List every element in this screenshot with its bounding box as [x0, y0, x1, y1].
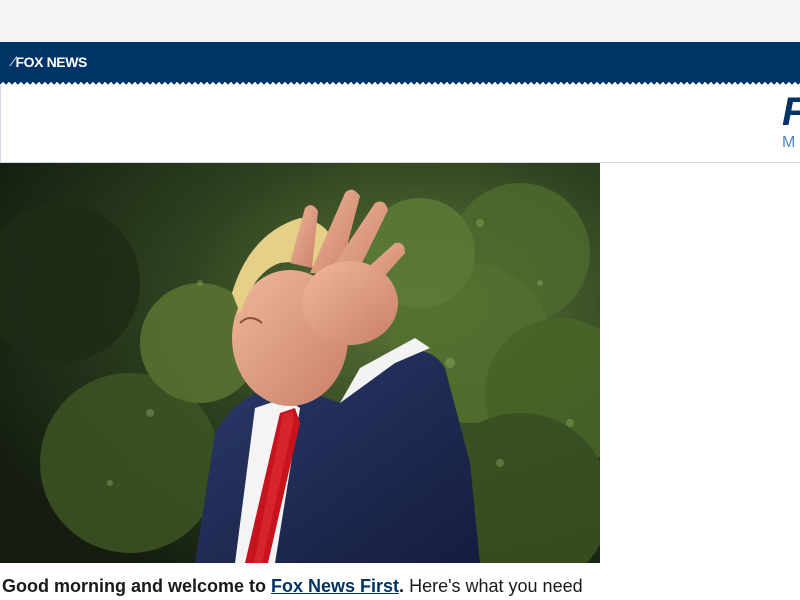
intro-rest: Here's what you need: [404, 576, 583, 596]
newsletter-subtitle-fragment: M: [782, 134, 796, 151]
browser-top-band: [0, 0, 800, 42]
newsletter-header: F M: [0, 86, 800, 163]
fox-news-logo[interactable]: ⁄ FOX NEWS: [12, 53, 87, 71]
hero-photo-illustration: [0, 163, 600, 563]
intro-lead: Good morning and welcome to: [2, 576, 272, 596]
site-brand-bar: ⁄ FOX NEWS: [0, 42, 800, 86]
article-intro: Good morning and welcome to Fox News Fir…: [2, 575, 798, 597]
logo-mark: ⁄: [12, 53, 14, 70]
newsletter-title-fragment: F: [782, 90, 800, 134]
logo-text: FOX NEWS: [15, 54, 88, 70]
fox-news-first-link[interactable]: Fox News First: [271, 576, 399, 596]
hero-photo: [0, 163, 600, 563]
